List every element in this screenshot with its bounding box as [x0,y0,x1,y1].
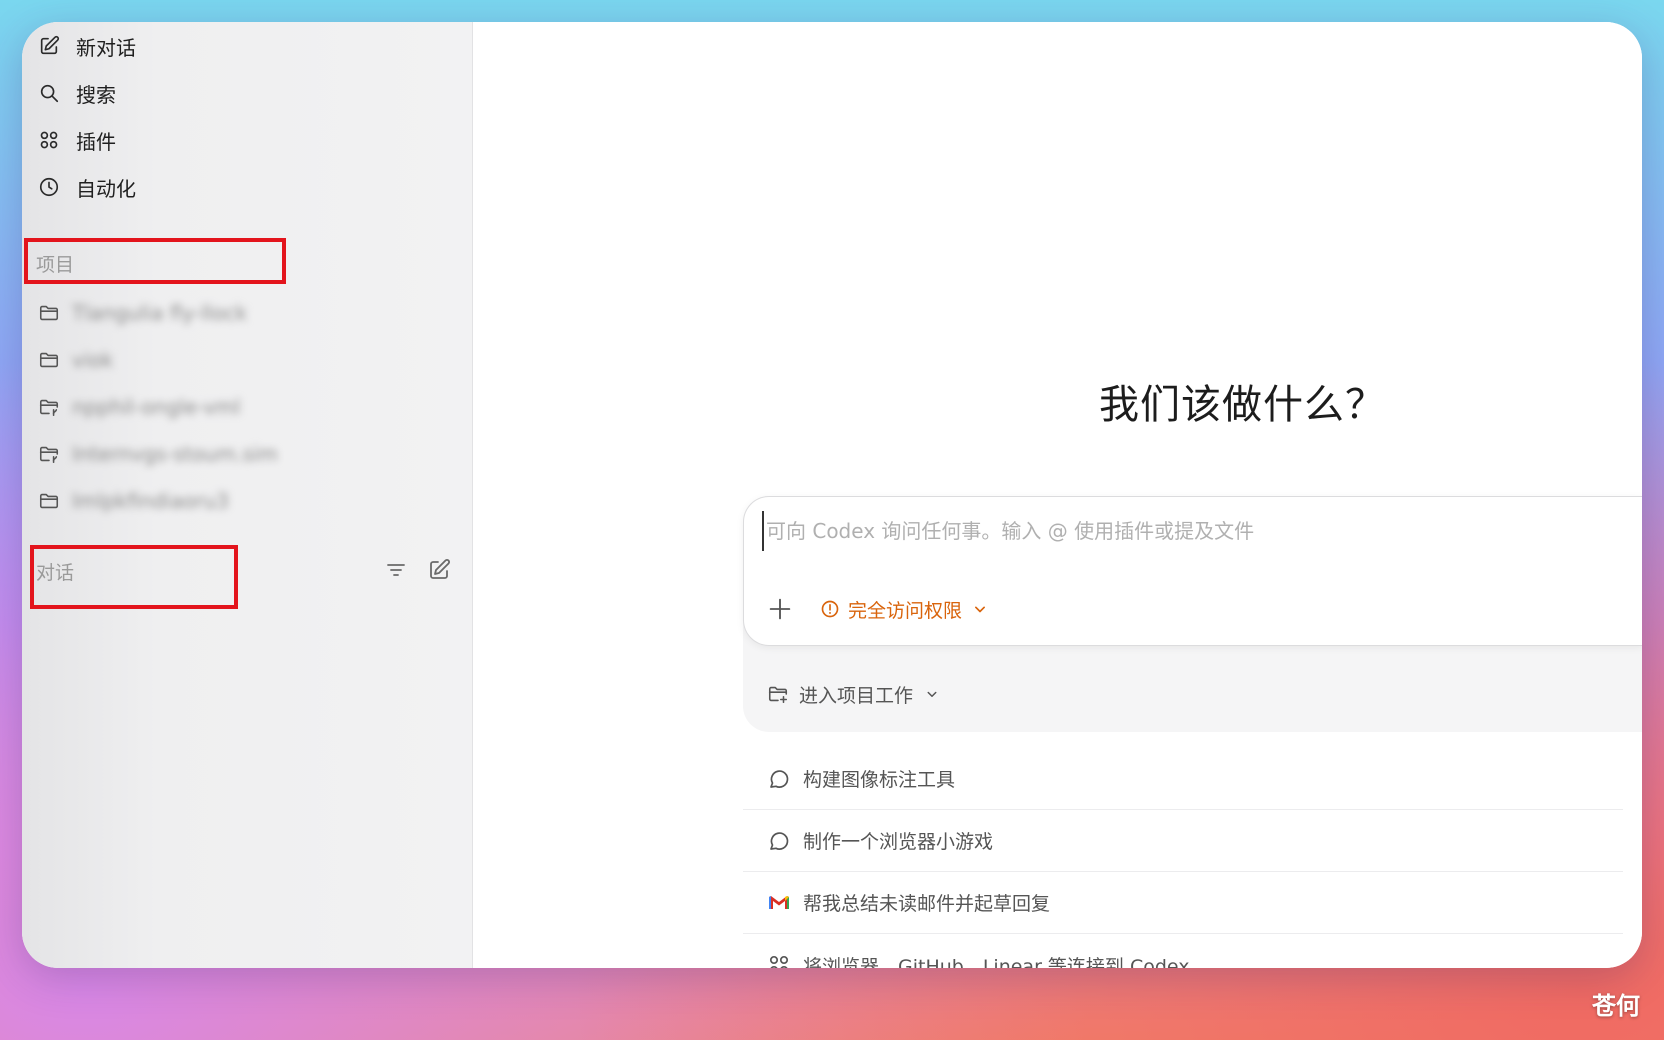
sidebar-item-label: 新对话 [76,35,136,60]
suggestion-label: 制作一个浏览器小游戏 [803,831,994,853]
project-name: Internvgs-stoum.sim [72,442,278,466]
folder-plus-icon [768,686,788,704]
project-item[interactable]: Imlpkfindiaoru3 [38,483,438,519]
composer: 完全访问权限 [743,496,1642,646]
chat-bubble-icon [770,831,789,850]
prompt-input[interactable] [762,511,1622,551]
plugins-icon [40,131,58,149]
page-title: 我们该做什么？ [1099,382,1386,428]
watermark: 苍何 [1592,992,1640,1020]
compose-icon [40,35,60,55]
project-name: Imlpkfindiaoru3 [72,489,229,513]
suggestion-item[interactable]: 将浏览器、GitHub、Linear 等连接到 Codex [743,934,1623,968]
main-panel: 我们该做什么？ 完全访问权限 进入项目工作 [473,22,1642,968]
plugins-icon [769,955,789,968]
folder-icon [39,352,59,368]
suggestion-item[interactable]: 构建图像标注工具 [743,748,1623,810]
filter-icon[interactable] [384,558,408,582]
new-conversation-icon[interactable] [427,558,451,582]
suggestion-label: 将浏览器、GitHub、Linear 等连接到 Codex [803,955,1190,969]
project-item[interactable]: Tlangulia fly-llock [38,295,438,331]
clock-icon [39,177,59,197]
sidebar-item-search[interactable]: 搜索 [36,73,456,113]
access-level-label: 完全访问权限 [848,599,963,622]
sidebar-item-label: 插件 [76,129,116,154]
folder-git-icon [39,399,59,417]
project-name: viok [72,348,114,372]
access-level-dropdown[interactable]: 完全访问权限 [820,593,990,625]
folder-git-icon [39,446,59,464]
folder-icon [39,493,59,509]
highlight-box-projects [24,238,286,284]
add-attachment-icon[interactable] [766,595,794,623]
chevron-down-icon [975,606,986,613]
folder-icon [39,305,59,321]
chat-bubble-icon [770,769,789,788]
sidebar-item-label: 自动化 [76,176,136,201]
warning-icon [821,600,839,618]
sidebar-item-new-chat[interactable]: 新对话 [36,26,456,66]
sidebar: 新对话 搜索 插件 自动化 项目 Tlangulia fly-llock vio… [22,22,473,968]
project-name: npphil-ongle-vml [72,395,241,419]
gmail-icon [769,895,789,909]
highlight-box-conversations [30,545,238,609]
sidebar-item-label: 搜索 [76,82,116,107]
suggestion-label: 构建图像标注工具 [803,769,956,791]
suggestion-label: 帮我总结未读邮件并起草回复 [803,893,1051,915]
project-name: Tlangulia fly-llock [72,301,248,325]
project-item[interactable]: viok [38,342,438,378]
project-item[interactable]: Internvgs-stoum.sim [38,436,438,472]
suggestion-item[interactable]: 帮我总结未读邮件并起草回复 [743,872,1623,934]
search-icon [40,84,59,103]
app-window: 新对话 搜索 插件 自动化 项目 Tlangulia fly-llock vio… [22,22,1642,968]
project-mode-dropdown[interactable]: 进入项目工作 [767,678,941,710]
chevron-down-icon [927,691,937,697]
project-item[interactable]: npphil-ongle-vml [38,389,438,425]
suggestion-item[interactable]: 制作一个浏览器小游戏 [743,810,1623,872]
sidebar-item-automation[interactable]: 自动化 [36,167,456,207]
project-mode-label: 进入项目工作 [799,684,914,707]
sidebar-item-plugins[interactable]: 插件 [36,120,456,160]
